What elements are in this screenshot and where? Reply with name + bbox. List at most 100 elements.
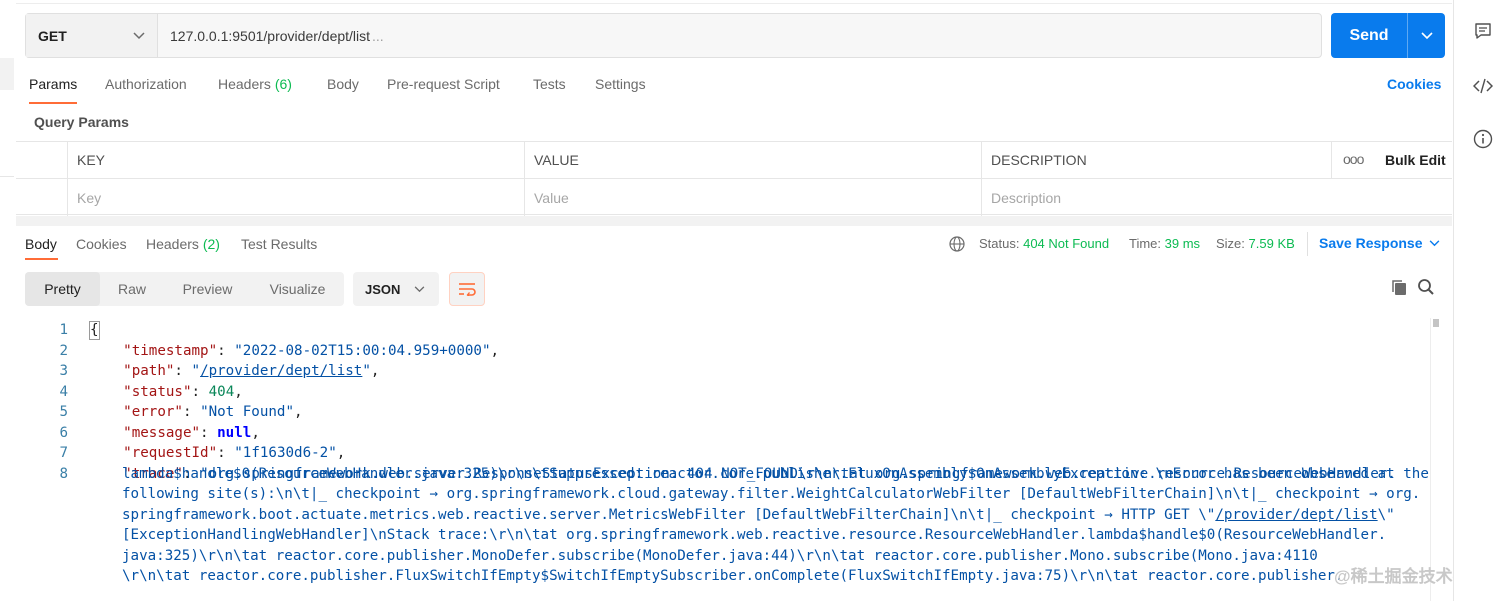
vertical-scrollbar[interactable] (1430, 318, 1443, 601)
status-label: Status: (979, 236, 1020, 251)
tab-tests-label: Tests (533, 76, 566, 92)
json-string: lambda$handle$0(ResourceWebHandler.java:… (122, 465, 1429, 482)
open-brace: { (89, 321, 100, 340)
query-params-table: KEY VALUE DESCRIPTION Key Value Descript… (16, 141, 1452, 216)
code-line: "status": 404, (123, 383, 243, 400)
json-string: java:325)\r\n\tat reactor.core.publisher… (122, 547, 1318, 564)
tab-params[interactable]: Params (29, 76, 77, 92)
save-response-button[interactable]: Save Response (1319, 235, 1440, 251)
search-icon[interactable] (1417, 278, 1435, 296)
json-string: springframework.boot.actuate.metrics.web… (122, 506, 1216, 523)
size-indicator[interactable]: Size: 7.59 KB (1216, 236, 1295, 251)
code-line: [ExceptionHandlingWebHandler]\nStack tra… (122, 525, 1432, 546)
view-raw-button[interactable]: Raw (100, 272, 164, 306)
tab-body-label: Body (327, 76, 359, 92)
status-divider (1307, 232, 1308, 256)
tab-body[interactable]: Body (327, 76, 359, 92)
code-snippet-button[interactable] (1472, 75, 1494, 97)
language-select[interactable]: JSON (353, 272, 439, 306)
status-value: 404 Not Found (1023, 236, 1110, 251)
code-line: "error": "Not Found", (123, 404, 303, 420)
query-params-title: Query Params (34, 114, 129, 130)
line-number: 5 (59, 404, 68, 420)
url-overflow-indicator: ... (372, 27, 384, 44)
comment-icon (1475, 23, 1491, 39)
tab-tests[interactable]: Tests (533, 76, 566, 92)
tab-authorization-label: Authorization (105, 76, 187, 92)
column-header-key: KEY (67, 142, 525, 178)
right-sidebar (1453, 0, 1512, 601)
info-icon (1473, 129, 1493, 149)
request-tabs: Params Authorization Headers (6) Body Pr… (16, 70, 1452, 104)
send-button[interactable]: Send (1331, 13, 1445, 58)
documentation-button[interactable] (1472, 20, 1494, 42)
time-label: Time: (1129, 236, 1162, 251)
key-input[interactable]: Key (67, 179, 525, 216)
code-icon (1473, 78, 1493, 94)
response-headers-count: (2) (202, 236, 220, 252)
method-select[interactable]: GET (26, 14, 158, 57)
json-string: following site(s):\n\t|_ checkpoint → or… (122, 486, 1421, 502)
wrap-lines-button[interactable] (449, 272, 485, 306)
tab-authorization[interactable]: Authorization (105, 76, 187, 92)
json-number: 404 (208, 383, 235, 400)
bulk-edit-button[interactable]: Bulk Edit (1385, 152, 1446, 168)
view-preview-button[interactable]: Preview (164, 272, 251, 306)
view-mode-group: Pretty Raw Preview Visualize (25, 272, 344, 306)
code-lines: { "timestamp": "2022-08-02T15:00:04.959+… (89, 320, 1432, 584)
cookies-link[interactable]: Cookies (1387, 76, 1441, 92)
json-key: "message" (123, 424, 201, 441)
code-line: java:325)\r\n\tat reactor.core.publisher… (122, 546, 1432, 567)
size-label: Size: (1216, 236, 1245, 251)
info-button[interactable] (1472, 128, 1494, 150)
json-link[interactable]: /provider/dept/list (1215, 507, 1377, 523)
json-key: "status" (123, 383, 192, 400)
copy-icon[interactable] (1390, 279, 1408, 297)
response-tab-cookies[interactable]: Cookies (76, 236, 127, 252)
line-number: 8 (59, 465, 68, 482)
json-string: \r\n\tat reactor.core.publisher.FluxSwit… (122, 568, 1344, 584)
code-line: springframework.boot.actuate.metrics.web… (122, 505, 1432, 526)
status-indicator[interactable]: Status: 404 Not Found (979, 236, 1109, 251)
response-tab-headers[interactable]: Headers (2) (146, 236, 220, 252)
response-tab-test-results[interactable]: Test Results (241, 236, 317, 252)
table-row: Key Value Description (16, 179, 1452, 216)
tab-headers[interactable]: Headers (6) (218, 76, 292, 92)
active-tab-indicator (29, 102, 77, 104)
method-label: GET (38, 27, 67, 44)
json-quote: " (191, 363, 201, 379)
scrollbar-thumb[interactable] (1433, 319, 1439, 327)
left-edge (0, 0, 14, 601)
url-text: 127.0.0.1:9501/provider/dept/list (170, 27, 371, 44)
description-input[interactable]: Description (981, 179, 1452, 216)
tab-settings[interactable]: Settings (595, 76, 646, 92)
url-input[interactable]: 127.0.0.1:9501/provider/dept/list ... (158, 14, 1321, 57)
wrap-lines-icon (459, 283, 476, 296)
send-options-button[interactable] (1408, 31, 1445, 40)
view-pretty-button[interactable]: Pretty (25, 272, 100, 306)
code-line: lambda$handle$0(ResourceWebHandler.java:… (122, 464, 1432, 485)
column-header-value: VALUE (524, 142, 982, 178)
response-tab-body[interactable]: Body (25, 236, 57, 252)
json-key: "path" (123, 363, 175, 379)
tab-prerequest-label: Pre-request Script (387, 76, 500, 92)
more-options-icon[interactable]: ooo (1343, 151, 1364, 167)
pane-divider[interactable] (16, 216, 1452, 226)
url-bar: GET 127.0.0.1:9501/provider/dept/list ..… (25, 13, 1322, 58)
json-string: "Not Found" (200, 404, 295, 420)
globe-icon[interactable] (949, 236, 965, 252)
time-indicator[interactable]: Time: 39 ms (1129, 236, 1200, 251)
code-line: { (89, 320, 1429, 341)
view-visualize-button[interactable]: Visualize (251, 272, 344, 306)
json-string: "2022-08-02T15:00:04.959+0000" (234, 342, 491, 359)
value-input[interactable]: Value (524, 179, 982, 216)
line-number: 4 (59, 383, 68, 400)
line-number: 7 (59, 445, 68, 461)
json-string: "1f1630d6-2" (234, 445, 337, 461)
response-tab-cookies-label: Cookies (76, 236, 127, 252)
response-tab-test-results-label: Test Results (241, 236, 318, 252)
response-body-editor[interactable]: 1 2 3 4 5 6 7 8 { "timestamp": "2022-08-… (16, 318, 1436, 601)
json-key: "timestamp" (123, 342, 218, 359)
json-link[interactable]: /provider/dept/list (200, 363, 362, 379)
tab-prerequest-script[interactable]: Pre-request Script (387, 76, 500, 92)
